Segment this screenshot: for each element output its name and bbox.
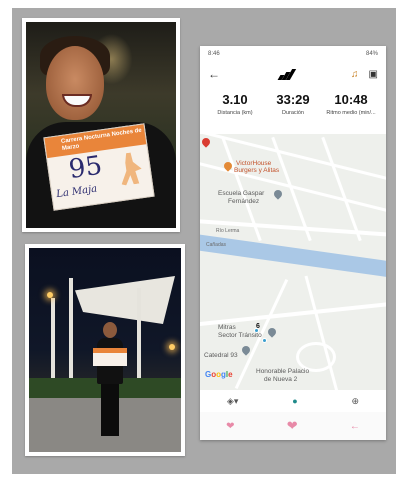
stat-duration: 33:29 Duración	[264, 92, 322, 126]
status-time: 8:46	[208, 51, 220, 57]
race-bib-small	[93, 348, 127, 366]
street-lamp	[169, 344, 175, 350]
map-road	[321, 136, 362, 242]
back-arrow-icon[interactable]: ←	[208, 67, 220, 81]
map-road	[304, 275, 339, 390]
google-logo: Google	[205, 370, 233, 379]
target-icon[interactable]: ⊕	[352, 396, 360, 407]
school-pin-icon[interactable]	[272, 188, 284, 200]
stat-label: Duración	[281, 110, 304, 116]
route-end-marker	[262, 338, 267, 343]
map-controls: ◈▾ ● ⊕	[200, 390, 386, 412]
map-pin-icon[interactable]	[200, 136, 212, 148]
poi-label: Mitras	[218, 324, 236, 331]
camera-icon[interactable]: ▣	[369, 69, 378, 80]
selfie-image: Carrera Nocturna Noches de Marzo 95 La M…	[26, 22, 176, 228]
arrow-icon[interactable]: ←	[350, 421, 360, 432]
poi-label: Burgers y Alitas	[234, 167, 280, 174]
app-bar: ← ♫ ▣	[200, 62, 386, 86]
poi-label: Catedral 93	[204, 352, 238, 359]
status-battery: 84%	[365, 51, 378, 57]
face	[46, 46, 104, 120]
stat-value: 10:48	[334, 92, 368, 107]
location-pin-icon[interactable]: ●	[292, 396, 297, 406]
route-marker-number: 6	[256, 323, 260, 330]
app-bar-actions: ♫ ▣	[351, 69, 378, 80]
adidas-logo-icon	[276, 68, 296, 80]
bottom-bar: ❤ ❤ ←	[200, 412, 386, 440]
status-bar: 8:46 84%	[200, 46, 386, 62]
street-lamp	[47, 292, 53, 298]
stat-label: Ritmo medio (min/...	[326, 110, 376, 116]
runner-icon	[117, 151, 143, 186]
poi-label: Escuela Gaspar	[218, 190, 265, 197]
stat-distance: 3.10 Distancia (km)	[206, 92, 264, 126]
head	[103, 322, 117, 338]
bib-name: La Maja	[55, 183, 98, 201]
bib-number: 95	[67, 150, 105, 186]
street-label: Río Lerma	[216, 228, 240, 234]
canopy-pole	[51, 298, 55, 388]
shade-canopy	[75, 276, 175, 324]
heart-icon[interactable]: ❤	[287, 418, 298, 434]
photo-selfie: Carrera Nocturna Noches de Marzo 95 La M…	[22, 18, 180, 232]
layers-icon[interactable]: ◈▾	[227, 396, 238, 407]
route-map[interactable]: Río Lerma Cañadas VictorHouse Burgers y …	[200, 134, 386, 390]
runner-person	[93, 322, 127, 442]
race-bib: Carrera Nocturna Noches de Marzo 95 La M…	[43, 123, 155, 211]
run-stats: 3.10 Distancia (km) 33:29 Duración 10:48…	[200, 86, 386, 126]
poi-label: de Nueva 2	[264, 376, 298, 383]
place-pin-icon[interactable]	[266, 326, 278, 338]
poi-label: Fernández	[228, 198, 260, 205]
stat-label: Distancia (km)	[217, 110, 253, 116]
street-label: Cañadas	[206, 242, 227, 248]
music-icon[interactable]: ♫	[351, 69, 359, 80]
full-body-image	[29, 248, 181, 452]
poi-label: VictorHouse	[236, 160, 272, 167]
stat-pace: 10:48 Ritmo medio (min/...	[322, 92, 380, 126]
phone-screenshot: 8:46 84% ← ♫ ▣ 3.10 Distancia (km) 33:29…	[200, 46, 386, 440]
photo-full-body	[25, 244, 185, 456]
poi-label: Honorable Palacio	[256, 368, 310, 375]
poi-label: Sector Tránsito	[218, 332, 262, 339]
stat-value: 3.10	[222, 92, 248, 107]
heart-icon[interactable]: ❤	[226, 421, 234, 432]
legs	[101, 382, 119, 436]
stat-value: 33:29	[276, 92, 310, 107]
